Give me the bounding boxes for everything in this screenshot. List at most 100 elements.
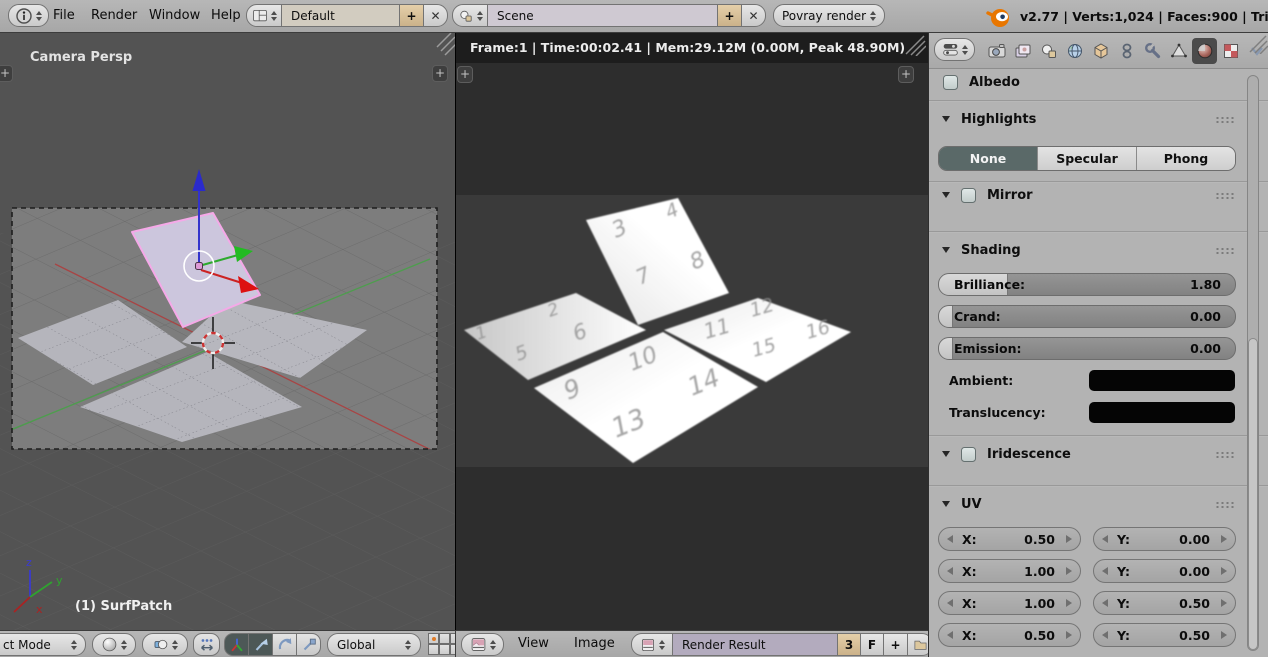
add-layout-button[interactable]: + [399, 4, 424, 27]
iridescence-checkbox[interactable] [961, 447, 976, 462]
translucency-color-swatch[interactable] [1089, 402, 1235, 423]
scene-name[interactable]: Scene [487, 4, 718, 27]
brilliance-value: 1.80 [1190, 277, 1221, 292]
collapse-mirror[interactable] [942, 192, 950, 198]
folder-icon [913, 637, 928, 652]
tab-scene[interactable] [1036, 38, 1061, 64]
highlights-phong-button[interactable]: Phong [1137, 147, 1235, 170]
tab-object[interactable] [1088, 38, 1113, 64]
uv-x-field[interactable]: X:0.50 [938, 623, 1081, 647]
close-layout-button[interactable]: ✕ [423, 4, 448, 27]
mirror-panel-title[interactable]: Mirror [987, 188, 1033, 203]
uv-y-field[interactable]: Y:0.50 [1093, 623, 1236, 647]
scene-icon [1039, 41, 1059, 61]
collapse-highlights[interactable] [942, 116, 950, 122]
panel-drag-grip[interactable] [1215, 247, 1235, 255]
panel-drag-grip[interactable] [1215, 192, 1235, 200]
translate-manipulator-button[interactable] [248, 633, 273, 656]
image-name-field[interactable]: Render Result [672, 633, 838, 656]
axis-x-label: x [36, 603, 43, 616]
collapse-iridescence[interactable] [942, 451, 950, 457]
menu-render[interactable]: Render [91, 0, 137, 32]
tab-material[interactable] [1192, 38, 1217, 64]
crand-slider[interactable]: Crand: 0.00 [938, 305, 1236, 328]
image-editor-view[interactable]: 3 4 7 8 1 2 5 6 9 10 13 14 11 12 15 16 +… [455, 63, 928, 630]
highlights-none-button[interactable]: None [939, 147, 1038, 170]
tab-render[interactable] [984, 38, 1009, 64]
pivot-point-select[interactable] [142, 633, 188, 656]
uv-x-field[interactable]: X:1.00 [938, 591, 1081, 615]
region-expand-button[interactable]: + [0, 65, 13, 82]
camera-icon [987, 41, 1007, 61]
uv-panel-title[interactable]: UV [961, 497, 982, 512]
viewport-shading-select[interactable] [92, 633, 136, 656]
screen-layout-selector[interactable] [246, 4, 282, 27]
menu-image[interactable]: Image [574, 631, 615, 657]
properties-sliders-icon [942, 41, 959, 58]
scrollbar-thumb[interactable] [1248, 338, 1258, 650]
tab-render-layers[interactable] [1010, 38, 1035, 64]
iridescence-panel-title[interactable]: Iridescence [987, 447, 1071, 462]
uv-x-field[interactable]: X:1.00 [938, 559, 1081, 583]
editor-type-selector[interactable] [8, 4, 49, 27]
scale-manipulator-button[interactable] [296, 633, 321, 656]
tab-modifiers[interactable] [1140, 38, 1165, 64]
menu-help[interactable]: Help [211, 0, 241, 32]
image-datablock-selector[interactable] [631, 633, 673, 656]
tab-world[interactable] [1062, 38, 1087, 64]
highlights-panel-title[interactable]: Highlights [961, 112, 1036, 127]
transform-orientation-select[interactable]: Global [327, 633, 421, 656]
tab-object-data[interactable] [1166, 38, 1191, 64]
users-count-button[interactable]: 3 [837, 633, 861, 656]
collapse-shading[interactable] [942, 247, 950, 253]
panel-drag-grip[interactable] [1215, 501, 1235, 509]
close-scene-button[interactable]: ✕ [741, 4, 766, 27]
uv-y-field[interactable]: Y:0.50 [1093, 591, 1236, 615]
tab-texture[interactable] [1218, 38, 1243, 64]
scale-icon [300, 636, 318, 654]
region-expand-button[interactable]: + [432, 65, 448, 82]
properties-scrollbar[interactable] [1247, 75, 1259, 651]
add-scene-button[interactable]: + [717, 4, 742, 27]
panel-drag-grip[interactable] [1215, 116, 1235, 124]
area-resize-grip[interactable] [900, 34, 926, 56]
collapse-uv[interactable] [942, 501, 950, 507]
manipulator-toggle[interactable] [224, 633, 249, 656]
shading-panel-title[interactable]: Shading [961, 243, 1021, 258]
layout-icon [252, 8, 268, 24]
blender-logo [985, 4, 1011, 30]
editor-type-selector[interactable] [934, 38, 975, 61]
uv-x-field[interactable]: X:0.50 [938, 527, 1081, 551]
chain-links-icon [1117, 41, 1137, 61]
menu-view[interactable]: View [518, 631, 549, 657]
fake-user-button[interactable]: F [860, 633, 884, 656]
ambient-color-swatch[interactable] [1089, 370, 1235, 391]
emission-slider[interactable]: Emission: 0.00 [938, 337, 1236, 360]
uv-y-field[interactable]: Y:0.00 [1093, 559, 1236, 583]
active-object-label: (1) SurfPatch [75, 599, 172, 614]
new-image-button[interactable]: + [883, 633, 908, 656]
viewport-canvas[interactable]: z y x Camera Persp (1) SurfPatch [0, 33, 455, 630]
area-resize-grip[interactable] [1244, 34, 1268, 54]
screen-layout-name[interactable]: Default [281, 4, 400, 27]
region-expand-button[interactable]: + [457, 66, 473, 83]
highlights-specular-button[interactable]: Specular [1038, 147, 1137, 170]
properties-header [929, 33, 1268, 69]
rotate-manipulator-button[interactable] [272, 633, 297, 656]
mirror-checkbox[interactable] [961, 188, 976, 203]
panel-drag-grip[interactable] [1215, 451, 1235, 459]
tab-constraints[interactable] [1114, 38, 1139, 64]
render-engine-select[interactable]: Povray render [773, 4, 885, 27]
manipulate-centers-toggle[interactable] [193, 633, 220, 656]
viewport-3d[interactable]: z y x Camera Persp (1) SurfPatch + + [0, 33, 455, 630]
menu-file[interactable]: File [53, 0, 75, 32]
mode-select[interactable]: ct Mode [0, 633, 86, 656]
brilliance-slider[interactable]: Brilliance: 1.80 [938, 273, 1236, 296]
scene-selector[interactable] [452, 4, 488, 27]
editor-type-selector[interactable] [461, 633, 504, 656]
uv-y-field[interactable]: Y:0.00 [1093, 527, 1236, 551]
region-expand-button[interactable]: + [898, 66, 914, 83]
object-cube-icon [1091, 41, 1111, 61]
menu-window[interactable]: Window [149, 0, 200, 32]
albedo-checkbox[interactable] [943, 75, 958, 90]
